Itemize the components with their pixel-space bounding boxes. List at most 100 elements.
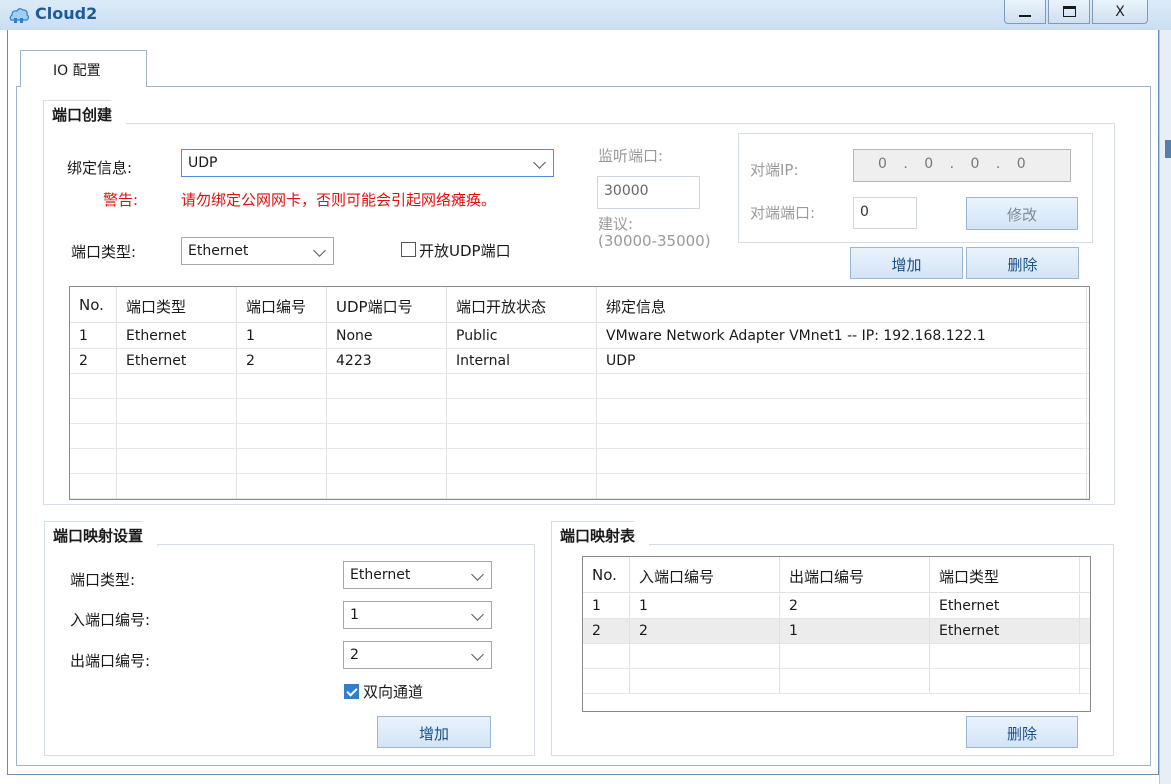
listen-port-input[interactable]: 30000 <box>597 176 700 209</box>
window-client-area: IO 配置 端口创建 绑定信息: UDP 警告: 请勿绑定公网网卡，否则可能会引… <box>7 30 1159 775</box>
table-cell: VMware Network Adapter VMnet1 -- IP: 192… <box>597 324 1087 348</box>
table-cell: Ethernet <box>930 619 1080 643</box>
modify-button[interactable]: 修改 <box>966 197 1078 230</box>
mapping-table-title: 端口映射表 <box>551 521 650 546</box>
table-cell: Internal <box>447 349 597 373</box>
delete-mapping-button[interactable]: 删除 <box>966 716 1078 748</box>
add-mapping-button[interactable]: 增加 <box>377 716 491 748</box>
table-cell: Public <box>447 324 597 348</box>
in-port-value: 1 <box>350 607 359 623</box>
table-row[interactable]: 1 1 2 Ethernet <box>583 594 1090 619</box>
table-cell: Ethernet <box>117 349 237 373</box>
column-header[interactable]: No. <box>70 287 117 322</box>
bind-info-select[interactable]: UDP <box>181 149 554 177</box>
port-creation-title: 端口创建 <box>43 100 127 125</box>
column-header[interactable]: 端口类型 <box>117 287 237 322</box>
bind-info-label: 绑定信息: <box>67 159 133 177</box>
delete-port-button[interactable]: 删除 <box>966 247 1079 279</box>
column-header[interactable]: No. <box>583 557 630 592</box>
tab-io-config[interactable]: IO 配置 <box>20 50 147 87</box>
table-cell: 2 <box>70 349 117 373</box>
out-port-value: 2 <box>350 647 359 663</box>
table-cell: Ethernet <box>117 324 237 348</box>
minimize-button[interactable] <box>1004 0 1046 24</box>
table-row[interactable]: 2 Ethernet 2 4223 Internal UDP <box>70 349 1089 374</box>
table-cell: 2 <box>630 619 780 643</box>
chevron-down-icon <box>471 608 484 621</box>
out-port-select[interactable]: 2 <box>343 641 492 669</box>
warning-label: 警告: <box>103 191 139 209</box>
ports-table-header: No. 端口类型 端口编号 UDP端口号 端口开放状态 绑定信息 <box>70 287 1089 323</box>
open-udp-label: 开放UDP端口 <box>419 242 511 260</box>
bidirectional-label: 双向通道 <box>363 683 424 701</box>
chevron-down-icon <box>471 568 484 581</box>
warning-text: 请勿绑定公网网卡，否则可能会引起网络瘫痪。 <box>181 191 497 209</box>
table-cell: 4223 <box>327 349 447 373</box>
empty-row <box>70 399 1089 424</box>
column-header[interactable]: 入端口编号 <box>630 557 780 592</box>
ports-table[interactable]: No. 端口类型 端口编号 UDP端口号 端口开放状态 绑定信息 1 Ether… <box>69 286 1090 500</box>
column-header[interactable]: 端口开放状态 <box>447 287 597 322</box>
mapping-port-type-label: 端口类型: <box>70 571 136 589</box>
open-udp-checkbox[interactable] <box>401 242 416 257</box>
table-cell: 2 <box>583 619 630 643</box>
empty-row <box>70 374 1089 399</box>
column-header[interactable]: 端口编号 <box>237 287 327 322</box>
table-cell: 2 <box>237 349 327 373</box>
table-row-selected[interactable]: 2 2 1 Ethernet <box>583 619 1090 644</box>
column-header[interactable]: UDP端口号 <box>327 287 447 322</box>
remote-port-input[interactable]: 0 <box>853 197 917 229</box>
table-cell: None <box>327 324 447 348</box>
close-button[interactable]: X <box>1092 0 1148 24</box>
column-header[interactable]: 绑定信息 <box>597 287 1087 322</box>
mapping-settings-title: 端口映射设置 <box>44 521 158 546</box>
table-cell: 1 <box>70 324 117 348</box>
suggestion-range: (30000-35000) <box>598 232 711 250</box>
close-icon: X <box>1115 3 1125 20</box>
remote-ip-value: 0 . 0 . 0 . 0 <box>878 156 1032 172</box>
cloud-app-icon <box>9 8 30 23</box>
chevron-down-icon <box>471 648 484 661</box>
remote-ip-input[interactable]: 0 . 0 . 0 . 0 <box>853 149 1071 182</box>
empty-row <box>583 669 1090 694</box>
chevron-down-icon <box>313 244 326 257</box>
table-row[interactable]: 1 Ethernet 1 None Public VMware Network … <box>70 324 1089 349</box>
empty-row <box>70 449 1089 474</box>
bidirectional-checkbox[interactable] <box>344 684 359 699</box>
empty-row <box>70 474 1089 499</box>
title-bar: Cloud2 X <box>0 0 1171 30</box>
mapping-table[interactable]: No. 入端口编号 出端口编号 端口类型 1 1 2 Ethernet 2 2 … <box>582 556 1091 712</box>
bind-info-value: UDP <box>188 155 218 171</box>
table-cell: 1 <box>583 594 630 618</box>
in-port-label: 入端口编号: <box>70 611 151 629</box>
suggestion-label: 建议: <box>598 215 634 233</box>
port-type-value: Ethernet <box>188 243 249 259</box>
background-window-marker <box>1165 140 1171 158</box>
remote-port-value: 0 <box>860 204 869 220</box>
port-type-select[interactable]: Ethernet <box>181 237 334 265</box>
listen-port-value: 30000 <box>604 183 649 199</box>
chevron-down-icon <box>533 156 546 169</box>
window-title: Cloud2 <box>35 4 98 23</box>
out-port-label: 出端口编号: <box>70 652 151 670</box>
in-port-select[interactable]: 1 <box>343 601 492 629</box>
table-cell: Ethernet <box>930 594 1080 618</box>
table-cell: 1 <box>237 324 327 348</box>
empty-row <box>70 424 1089 449</box>
table-cell: UDP <box>597 349 1087 373</box>
mapping-port-type-select[interactable]: Ethernet <box>343 561 492 589</box>
mapping-table-header: No. 入端口编号 出端口编号 端口类型 <box>583 557 1090 593</box>
add-port-button[interactable]: 增加 <box>850 247 963 279</box>
column-header[interactable]: 出端口编号 <box>780 557 930 592</box>
maximize-button[interactable] <box>1048 0 1090 24</box>
remote-port-label: 对端端口: <box>750 204 816 222</box>
table-cell: 1 <box>630 594 780 618</box>
io-config-panel: 端口创建 绑定信息: UDP 警告: 请勿绑定公网网卡，否则可能会引起网络瘫痪。… <box>16 86 1151 766</box>
column-header[interactable]: 端口类型 <box>930 557 1080 592</box>
minimize-icon <box>1019 14 1031 17</box>
listen-port-label: 监听端口: <box>598 147 664 165</box>
port-type-label: 端口类型: <box>71 243 137 261</box>
table-cell: 2 <box>780 594 930 618</box>
mapping-port-type-value: Ethernet <box>350 567 411 583</box>
remote-ip-label: 对端IP: <box>750 161 799 179</box>
